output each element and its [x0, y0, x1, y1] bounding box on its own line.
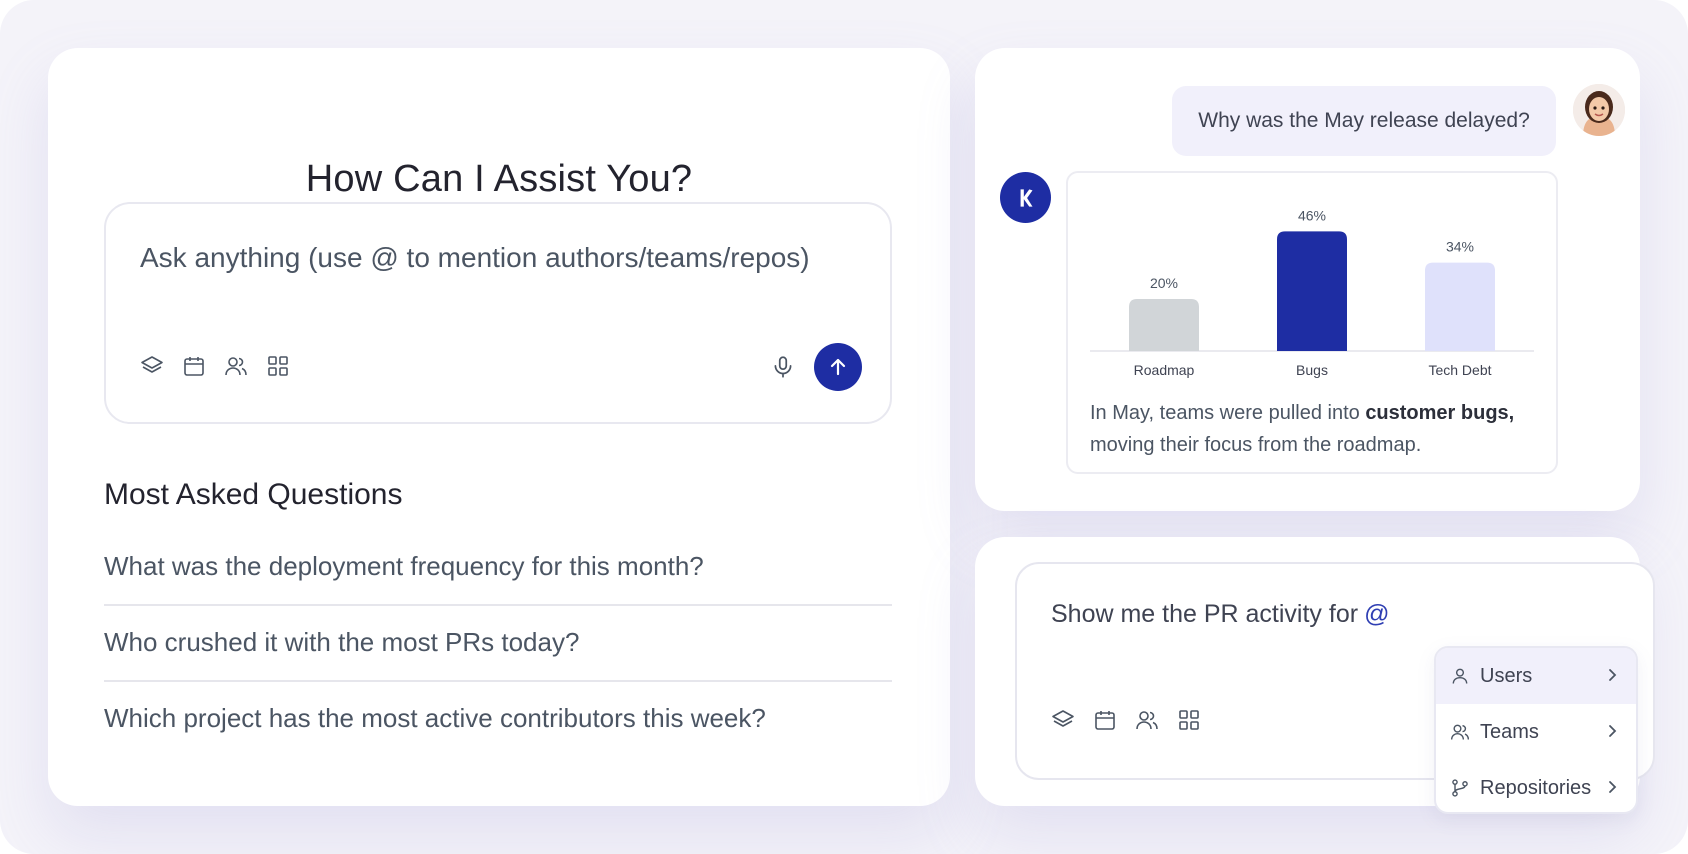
mention-option-label: Repositories — [1480, 776, 1592, 799]
answer-text-start: In May, teams were pulled into — [1090, 402, 1366, 424]
users-icon[interactable] — [224, 354, 248, 378]
microphone-icon[interactable] — [770, 354, 796, 380]
mention-menu: Users Teams Repositories — [1434, 646, 1638, 814]
mention-option-teams[interactable]: Teams — [1436, 704, 1636, 760]
user-message-bubble: Why was the May release delayed? — [1172, 86, 1556, 156]
user-avatar — [1573, 84, 1625, 136]
arrow-up-icon — [830, 358, 846, 376]
divider — [104, 680, 892, 682]
faq-question[interactable]: Who crushed it with the most PRs today? — [104, 627, 892, 658]
faq-question[interactable]: Which project has the most active contri… — [104, 703, 892, 734]
send-button[interactable] — [814, 343, 862, 391]
bar-value-label: 20% — [1150, 275, 1178, 291]
mention-trigger: @ — [1364, 600, 1390, 628]
calendar-icon[interactable] — [1093, 708, 1117, 732]
layers-icon[interactable] — [1051, 708, 1075, 732]
compose-text: Show me the PR activity for — [1051, 600, 1359, 628]
app-frame: How Can I Assist You? Ask anything (use … — [0, 0, 1688, 854]
chevron-right-icon — [1609, 669, 1617, 681]
answer-card: 20% Roadmap 46% Bugs 34% Tech Debt In May, te… — [1066, 171, 1558, 474]
faq-question[interactable]: What was the deployment frequency for th… — [104, 551, 892, 582]
prompt-toolbar — [140, 354, 290, 378]
divider — [104, 604, 892, 606]
users-icon[interactable] — [1135, 708, 1159, 732]
bar-bugs — [1277, 231, 1347, 351]
faq-heading: Most Asked Questions — [104, 478, 403, 511]
bar-roadmap — [1129, 299, 1199, 351]
category-label: Tech Debt — [1428, 362, 1491, 378]
bar-value-label: 46% — [1298, 207, 1326, 223]
bar-tech-debt — [1425, 262, 1495, 351]
bar-chart: 20% Roadmap 46% Bugs 34% Tech Debt — [1090, 207, 1534, 378]
git-branch-icon — [1452, 779, 1468, 797]
mention-option-users[interactable]: Users — [1436, 648, 1636, 704]
mention-option-label: Teams — [1480, 720, 1539, 743]
compose-toolbar — [1051, 708, 1201, 732]
users-icon — [1450, 724, 1470, 740]
bar-value-label: 34% — [1446, 239, 1474, 255]
page-title: How Can I Assist You? — [305, 158, 693, 200]
answer-text-end: moving their focus from the roadmap. — [1090, 434, 1422, 456]
assistant-home-panel: How Can I Assist You? Ask anything (use … — [48, 48, 950, 806]
chevron-right-icon — [1609, 725, 1617, 737]
category-label: Roadmap — [1134, 362, 1195, 378]
compose-input-box[interactable]: Show me the PR activity for @ Users Team… — [1015, 562, 1655, 814]
compose-input-text[interactable]: Show me the PR activity for @ — [1051, 600, 1389, 629]
user-icon — [1452, 668, 1468, 684]
category-label: Bugs — [1296, 362, 1328, 378]
prompt-placeholder[interactable]: Ask anything (use @ to mention authors/t… — [140, 242, 810, 274]
mention-option-label: Users — [1480, 664, 1533, 687]
grid-icon[interactable] — [1177, 708, 1201, 732]
calendar-icon[interactable] — [182, 354, 206, 378]
mention-option-repositories[interactable]: Repositories — [1436, 760, 1636, 812]
assistant-logo-icon — [1000, 172, 1051, 223]
grid-icon[interactable] — [266, 354, 290, 378]
prompt-input-box[interactable]: Ask anything (use @ to mention authors/t… — [104, 202, 892, 424]
chevron-right-icon — [1609, 781, 1617, 793]
compose-panel: Show me the PR activity for @ Users Team… — [975, 537, 1655, 814]
chat-panel: Why was the May release delayed? 20% Road… — [975, 48, 1640, 511]
answer-text-bold: customer bugs, — [1365, 402, 1515, 424]
answer-text: In May, teams were pulled into customer … — [1090, 397, 1530, 461]
layers-icon[interactable] — [140, 354, 164, 378]
